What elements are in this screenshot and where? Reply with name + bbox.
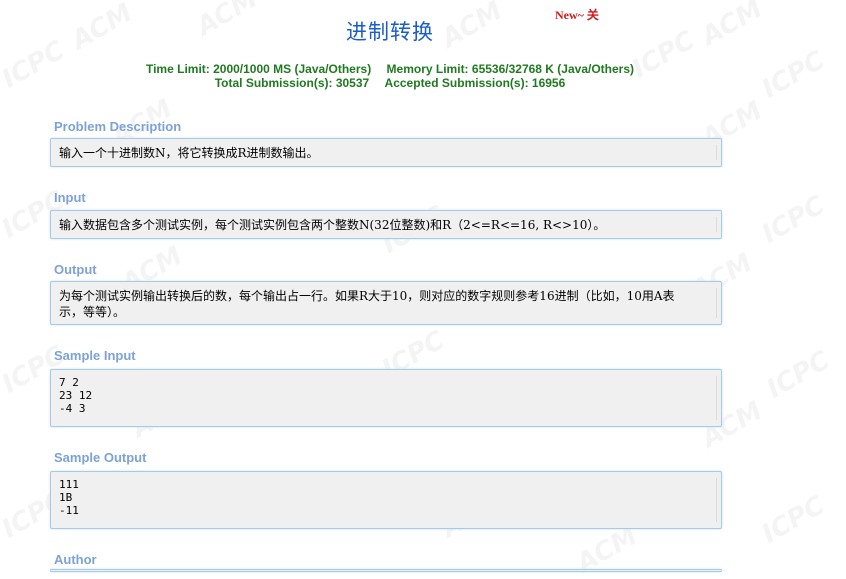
new-badge-link[interactable]: New~ 关 (555, 6, 599, 23)
input-heading: Input (54, 190, 86, 205)
input-panel: 输入数据包含多个测试实例，每个测试实例包含两个整数N(32位整数)和R（2<=R… (50, 210, 722, 239)
problem-description-text: 输入一个十进制数N，将它转换成R进制数输出。 (59, 146, 319, 160)
output-panel: 为每个测试实例输出转换后的数，每个输出占一行。如果R大于10，则对应的数字规则参… (50, 281, 722, 325)
sample-input-heading: Sample Input (54, 348, 136, 363)
accepted-submissions: Accepted Submission(s): 16956 (384, 76, 566, 90)
output-text: 为每个测试实例输出转换后的数，每个输出占一行。如果R大于10，则对应的数字规则参… (59, 289, 675, 319)
sample-input-line: -4 3 (59, 402, 86, 415)
problem-title: 进制转换 (346, 20, 434, 44)
sample-input-panel[interactable]: 7 2 23 12 -4 3 (50, 369, 722, 427)
time-limit: Time Limit: 2000/1000 MS (Java/Others) (145, 62, 372, 76)
problem-stats: Time Limit: 2000/1000 MS (Java/Others) M… (0, 62, 780, 90)
problem-description-heading: Problem Description (54, 119, 182, 134)
total-submissions: Total Submission(s): 30537 (214, 76, 370, 90)
sample-output-line: 111 (59, 478, 79, 491)
sample-input-line: 23 12 (59, 389, 93, 402)
memory-limit: Memory Limit: 65536/32768 K (Java/Others… (386, 62, 634, 76)
input-text: 输入数据包含多个测试实例，每个测试实例包含两个整数N(32位整数)和R（2<=R… (59, 218, 606, 232)
problem-description-panel: 输入一个十进制数N，将它转换成R进制数输出。 (50, 138, 722, 167)
sample-output-panel[interactable]: 111 1B -11 (50, 471, 722, 529)
sample-input-line: 7 2 (59, 376, 79, 389)
sample-output-line: -11 (59, 504, 79, 517)
author-heading: Author (54, 552, 97, 567)
sample-output-heading: Sample Output (54, 450, 147, 465)
sample-output-line: 1B (59, 491, 73, 504)
problem-page: 进制转换 New~ 关 Time Limit: 2000/1000 MS (Ja… (0, 0, 846, 572)
output-heading: Output (54, 262, 97, 277)
